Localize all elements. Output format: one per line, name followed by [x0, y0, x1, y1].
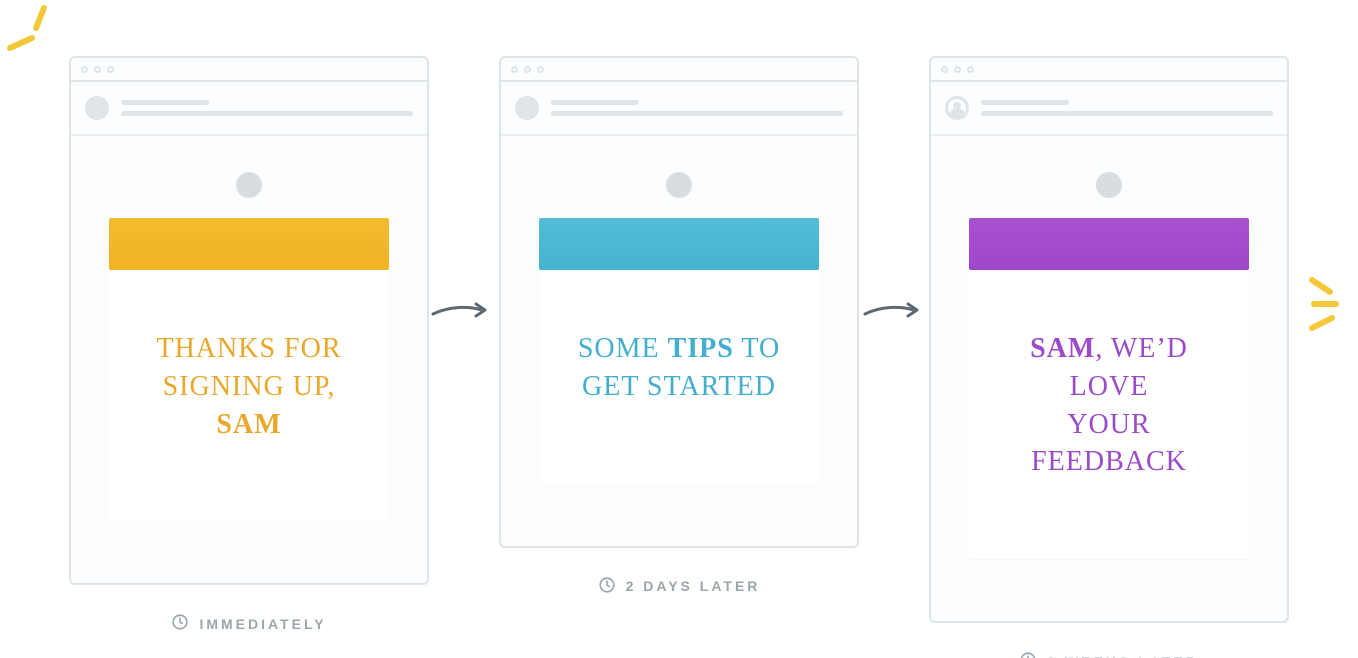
email-hero-banner — [969, 218, 1249, 270]
email-step-3: SAM, WE’D LOVE YOUR FEEDBACK 2 WEEKS LAT… — [929, 56, 1289, 658]
timing-label: 2 WEEKS LATER — [1019, 651, 1199, 658]
window-titlebar — [931, 58, 1287, 82]
clock-icon — [1019, 651, 1037, 658]
email-content-card: SAM, WE’D LOVE YOUR FEEDBACK — [969, 270, 1249, 559]
logo-placeholder-icon — [666, 172, 692, 198]
email-body: SAM, WE’D LOVE YOUR FEEDBACK — [931, 136, 1287, 621]
clock-icon — [171, 613, 189, 634]
traffic-light-icon — [511, 66, 518, 73]
avatar-icon — [85, 96, 109, 120]
window-titlebar — [71, 58, 427, 82]
traffic-light-icon — [524, 66, 531, 73]
traffic-light-icon — [107, 66, 114, 73]
logo-placeholder-icon — [236, 172, 262, 198]
timing-label: 2 DAYS LATER — [598, 576, 761, 597]
email-content-card: SOME TIPS TO GET STARTED — [539, 270, 819, 484]
logo-placeholder-icon — [1096, 172, 1122, 198]
diagram-stage: THANKS FOR SIGNING UP, SAM IMMEDIATELY — [0, 0, 1358, 658]
email-window: SAM, WE’D LOVE YOUR FEEDBACK — [929, 56, 1289, 623]
traffic-light-icon — [954, 66, 961, 73]
email-header — [931, 82, 1287, 136]
email-hero-banner — [109, 218, 389, 270]
email-window: THANKS FOR SIGNING UP, SAM — [69, 56, 429, 585]
email-content-card: THANKS FOR SIGNING UP, SAM — [109, 270, 389, 521]
avatar-icon — [515, 96, 539, 120]
email-sequence: THANKS FOR SIGNING UP, SAM IMMEDIATELY — [0, 56, 1358, 658]
email-body: SOME TIPS TO GET STARTED — [501, 136, 857, 546]
header-lines — [551, 100, 843, 116]
timing-label: IMMEDIATELY — [171, 613, 326, 634]
avatar-icon — [945, 96, 969, 120]
email-step-2: SOME TIPS TO GET STARTED 2 DAYS LATER — [499, 56, 859, 597]
header-lines — [981, 100, 1273, 116]
traffic-light-icon — [81, 66, 88, 73]
email-header — [501, 82, 857, 136]
traffic-light-icon — [967, 66, 974, 73]
email-window: SOME TIPS TO GET STARTED — [499, 56, 859, 548]
timing-text: 2 DAYS LATER — [626, 578, 761, 594]
header-lines — [121, 100, 413, 116]
traffic-light-icon — [941, 66, 948, 73]
clock-icon — [598, 576, 616, 597]
email-headline: THANKS FOR SIGNING UP, SAM — [131, 330, 367, 443]
email-headline: SOME TIPS TO GET STARTED — [561, 330, 797, 406]
traffic-light-icon — [537, 66, 544, 73]
email-headline: SAM, WE’D LOVE YOUR FEEDBACK — [991, 330, 1227, 481]
email-step-1: THANKS FOR SIGNING UP, SAM IMMEDIATELY — [69, 56, 429, 634]
email-hero-banner — [539, 218, 819, 270]
window-titlebar — [501, 58, 857, 82]
timing-text: 2 WEEKS LATER — [1047, 654, 1199, 658]
email-header — [71, 82, 427, 136]
email-body: THANKS FOR SIGNING UP, SAM — [71, 136, 427, 583]
traffic-light-icon — [94, 66, 101, 73]
timing-text: IMMEDIATELY — [199, 616, 326, 632]
